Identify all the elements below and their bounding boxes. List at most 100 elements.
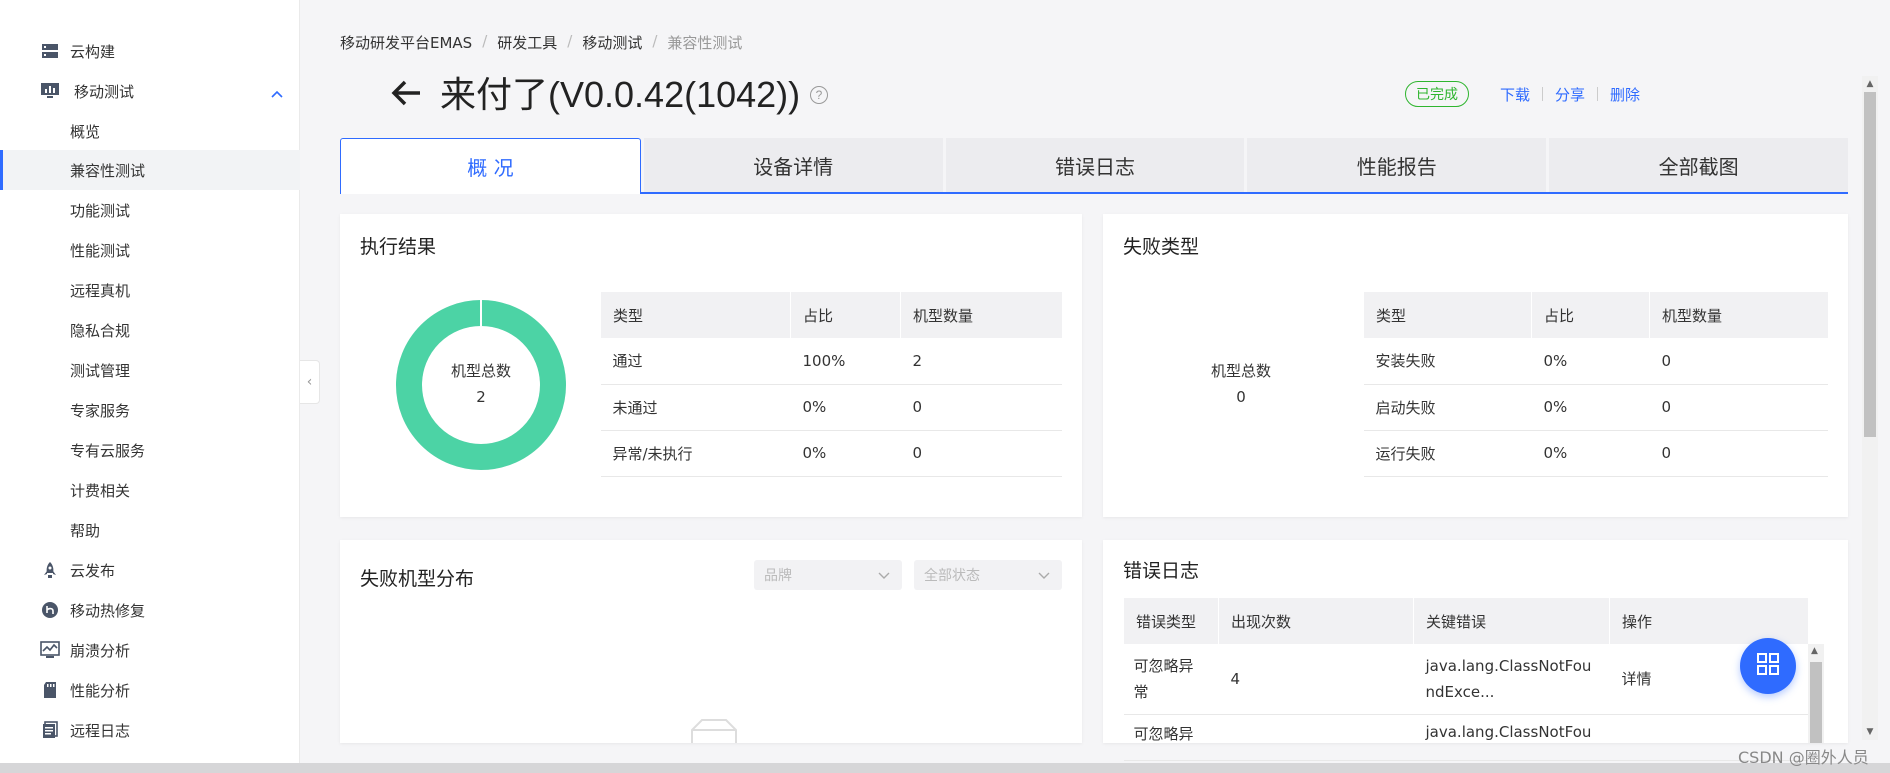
sidebar-item-crash[interactable]: 崩溃分析 [0,630,300,670]
sidebar-item-label: 云构建 [70,42,116,61]
sidebar-item-billing[interactable]: 计费相关 [0,470,300,510]
table-row: 异常/未执行 0% 0 [600,430,1062,477]
sidebar-item-label: 移动热修复 [70,601,146,620]
key-error-line: ndExce... [1425,682,1495,701]
status-select[interactable]: 全部状态 [914,560,1062,590]
tab-error-log[interactable]: 错误日志 [945,138,1245,192]
sidebar-item-remote-log[interactable]: 远程日志 [0,710,300,750]
delete-link[interactable]: 删除 [1610,84,1640,105]
table-cell: 可忽略异 [1123,714,1219,761]
sidebar-item-func-test[interactable]: 功能测试 [0,190,300,230]
tab-bar: 概 况 设备详情 错误日志 性能报告 全部截图 [340,138,1848,194]
sidebar-item-label: 崩溃分析 [70,641,131,660]
card-title: 失败机型分布 [360,568,475,590]
fail-type-table: 类型 占比 机型数量 安装失败 0% 0 启动失败 0% 0 运行失败 0% 0 [1363,292,1828,477]
brand-select[interactable]: 品牌 [754,560,902,590]
exec-result-card: 执行结果 机型总数 2 类型 占比 机型数量 通过 100% 2 未通过 0% 0 异常/未… [340,214,1082,517]
table-header: 操作 [1609,598,1808,644]
sidebar-item-compat-test[interactable]: 兼容性测试 [0,150,300,190]
table-cell: 可忽略异常 [1123,644,1219,715]
share-link[interactable]: 分享 [1555,84,1585,105]
sidebar-item-overview[interactable]: 概览 [0,111,300,151]
app-grid-fab[interactable] [1740,638,1796,694]
card-title: 错误日志 [1123,560,1200,582]
scroll-down-arrow-icon[interactable]: ▼ [1864,726,1876,738]
divider [1597,87,1599,101]
table-header: 类型 [600,292,791,338]
table-cell: 0 [1649,384,1828,431]
scroll-up-arrow-icon[interactable]: ▲ [1864,78,1876,90]
breadcrumb-item[interactable]: 移动测试 [582,32,642,53]
divider [1542,87,1544,101]
table-cell: 0 [900,384,1062,431]
title-row: 来付了(V0.0.42(1042)) ? 已完成 下载 分享 删除 [340,70,1850,120]
scroll-thumb[interactable] [1810,662,1822,743]
table-cell: 0 [900,430,1062,477]
sidebar-item-remote-device[interactable]: 远程真机 [0,270,300,310]
sidebar-item-cloud-build[interactable]: 云构建 [0,31,300,71]
fail-dist-card: 失败机型分布 品牌 全部状态 [340,540,1082,743]
chevron-left-icon: ‹ [306,374,313,390]
chevron-down-icon [1038,569,1050,581]
table-cell: 运行失败 [1363,430,1532,477]
donut-center-text: 机型总数 2 [431,358,531,410]
card-title: 失败类型 [1123,236,1200,258]
sidebar-item-label: 远程日志 [70,721,131,740]
breadcrumb-item[interactable]: 研发工具 [497,32,557,53]
sidebar-item-label: 帮助 [70,521,101,540]
breadcrumb-item[interactable]: 移动研发平台EMAS [340,32,472,53]
sidebar-item-privacy[interactable]: 隐私合规 [0,310,300,350]
download-link[interactable]: 下载 [1500,84,1530,105]
breadcrumb-separator: / [482,32,488,50]
server-icon [40,41,60,61]
error-log-card: 错误日志 错误类型 出现次数 关键错误 操作 可忽略异常 4 java.lang.Cl… [1103,540,1848,761]
sidebar-item-hotfix[interactable]: 移动热修复 [0,590,300,630]
back-arrow-icon[interactable] [390,78,424,108]
scroll-thumb[interactable] [1864,92,1876,437]
breadcrumb: 移动研发平台EMAS / 研发工具 / 移动测试 / 兼容性测试 [340,32,742,53]
sidebar-item-label: 性能分析 [70,681,131,700]
sidebar-item-label: 测试管理 [70,361,131,380]
sidebar-item-expert[interactable]: 专家服务 [0,390,300,430]
tab-device-details[interactable]: 设备详情 [643,138,943,192]
table-row: 可忽略异 java.lang.ClassNotFou [1123,714,1808,761]
monitor-icon [40,81,60,101]
tab-all-screenshots[interactable]: 全部截图 [1549,138,1848,192]
sidebar-item-perf-test[interactable]: 性能测试 [0,230,300,270]
grid-icon [1756,652,1780,680]
table-cell: 0 [1649,338,1828,385]
sidebar-item-private-cloud[interactable]: 专有云服务 [0,430,300,470]
horizontal-scrollbar[interactable] [0,763,1890,773]
error-log-scrollbar[interactable]: ▲ [1808,644,1824,743]
main-content: 移动研发平台EMAS / 研发工具 / 移动测试 / 兼容性测试 来付了(V0.… [320,0,1865,763]
table-row: 启动失败 0% 0 [1363,384,1828,431]
error-log-table: 错误类型 出现次数 关键错误 操作 可忽略异常 4 java.lang.ClassNo… [1123,598,1808,761]
chevron-up-icon[interactable] [270,85,283,98]
sidebar-item-help[interactable]: 帮助 [0,510,300,550]
table-cell: 安装失败 [1363,338,1532,385]
table-header: 机型数量 [900,292,1062,338]
brand-select-placeholder: 品牌 [764,568,792,584]
help-icon[interactable]: ? [810,86,828,104]
table-cell: java.lang.ClassNotFou ndExce... [1413,644,1610,715]
sidebar-item-test-mgmt[interactable]: 测试管理 [0,350,300,390]
tab-overview[interactable]: 概 况 [340,138,641,194]
donut-center-value: 2 [476,388,486,406]
page-scrollbar[interactable]: ▲ ▼ [1862,76,1878,740]
table-row: 运行失败 0% 0 [1363,430,1828,477]
sdcard-icon [40,680,60,700]
sidebar-item-cloud-release[interactable]: 云发布 [0,550,300,590]
table-header: 出现次数 [1218,598,1414,644]
table-header: 机型数量 [1649,292,1828,338]
sidebar-item-label: 兼容性测试 [70,161,146,180]
scroll-up-arrow-icon[interactable]: ▲ [1811,646,1818,656]
card-title: 执行结果 [360,236,437,258]
sidebar-item-perf-analysis[interactable]: 性能分析 [0,670,300,710]
sidebar-collapse-button[interactable]: ‹ [300,360,320,404]
error-type-line: 可忽略异 [1133,656,1194,675]
table-cell: 0% [790,384,901,431]
sidebar-item-mobile-test[interactable]: 移动测试 [0,71,300,111]
tab-perf-report[interactable]: 性能报告 [1247,138,1547,192]
status-select-placeholder: 全部状态 [924,568,980,584]
status-badge: 已完成 [1405,81,1469,107]
